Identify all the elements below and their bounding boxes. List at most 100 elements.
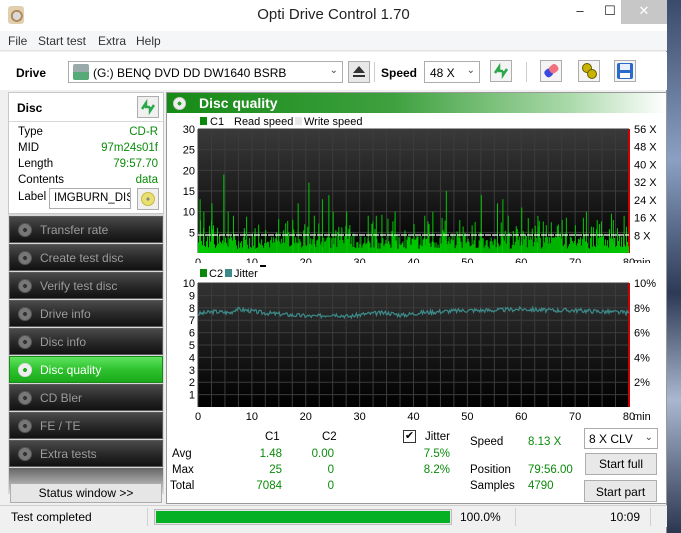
jitter-checkbox[interactable]: ✔ (403, 430, 416, 443)
y-tick-label: 7 (189, 315, 195, 327)
c1-bar (420, 235, 422, 253)
c1-bar (498, 246, 500, 253)
divider (9, 121, 163, 122)
c1-bar (444, 220, 446, 253)
nav-create-test-disc[interactable]: Create test disc (9, 244, 163, 271)
c1-bar (459, 219, 461, 253)
c1-bar (274, 242, 276, 253)
c1-bar (242, 247, 244, 253)
c1-bar (549, 243, 551, 253)
disc-refresh-button[interactable] (137, 96, 159, 118)
status-window-button[interactable]: Status window >> (10, 483, 162, 503)
speed-label: Speed (381, 66, 418, 80)
y2-tick-label: 2% (634, 377, 650, 389)
c1-bar (250, 246, 252, 253)
c1-bar (468, 242, 470, 253)
field-value: 79:57.70 (113, 158, 158, 170)
c1-bar (361, 247, 363, 253)
c1-bar (305, 245, 307, 253)
nav-disc-info[interactable]: Disc info (9, 328, 163, 355)
c1-bar (372, 221, 374, 253)
c1-bar (334, 238, 336, 253)
disc-label-button[interactable] (137, 188, 159, 210)
speed-select[interactable]: 48 X ⌄ (424, 61, 480, 83)
c1-bar (302, 245, 304, 253)
c1-bar (385, 239, 387, 253)
menu-extra[interactable]: Extra (98, 34, 126, 48)
c1-bar (237, 248, 239, 253)
settings-button[interactable] (578, 60, 600, 82)
nav-label: Disc quality (40, 363, 102, 377)
nav-fe-te[interactable]: FE / TE (9, 412, 163, 439)
c1-bar (413, 224, 415, 253)
c1-bar (316, 240, 318, 253)
disc-icon (18, 363, 32, 377)
nav-disc-quality[interactable]: Disc quality (9, 356, 163, 383)
c1-bar (253, 245, 255, 253)
nav-cd-bler[interactable]: CD Bler (9, 384, 163, 411)
c1-bar (304, 224, 306, 253)
eject-icon (353, 66, 365, 77)
c1-bar (370, 247, 372, 253)
close-button[interactable]: ✕ (621, 0, 667, 24)
c1-bar (257, 247, 259, 253)
y-tick-label: 9 (189, 290, 195, 302)
c1-bar (483, 247, 485, 253)
max-jitter: 8.2% (423, 464, 450, 476)
c1-bar (411, 238, 413, 253)
legend-jitter-swatch (225, 269, 232, 277)
c1-bar (293, 229, 295, 253)
menu-file[interactable]: File (8, 34, 27, 48)
y-tick-label: 5 (189, 227, 195, 239)
y-tick-label: 1 (189, 390, 195, 402)
eject-button[interactable] (348, 61, 370, 83)
refresh-speed-button[interactable] (490, 60, 512, 82)
save-button[interactable] (614, 60, 636, 82)
y-tick-label: 10 (183, 207, 195, 219)
nav-transfer-rate[interactable]: Transfer rate (9, 216, 163, 243)
disc-label-input[interactable]: IMGBURN_DIS (49, 188, 131, 209)
c1-bar (618, 234, 620, 253)
nav-drive-info[interactable]: Drive info (9, 300, 163, 327)
progress-fill (156, 511, 450, 523)
x-axis-unit: min (633, 411, 651, 423)
menu-help[interactable]: Help (136, 34, 161, 48)
status-bar: Test completed 100.0% 10:09 (0, 505, 667, 527)
start-full-button[interactable]: Start full (585, 453, 657, 475)
c1-bar (531, 228, 533, 253)
menu-bar: File Start test Extra Help (0, 31, 667, 51)
c1-bar (410, 244, 412, 253)
menu-start-test[interactable]: Start test (38, 34, 86, 48)
c1-bar (312, 239, 314, 253)
cd-icon (141, 192, 155, 206)
speed-mode-select[interactable]: 8 X CLV ⌄ (584, 428, 658, 449)
c1-bar (383, 245, 385, 253)
drive-select[interactable]: (G:) BENQ DVD DD DW1640 BSRB ⌄ (68, 61, 343, 83)
status-text: Test completed (11, 510, 92, 524)
c1-bar (529, 236, 531, 253)
title-bar: Opti Drive Control 1.70 ‒ ☐ ✕ (0, 0, 667, 31)
c1-bar (572, 243, 574, 253)
c1-bar (355, 248, 357, 253)
c1-bar (235, 239, 237, 253)
nav-verify-test-disc[interactable]: Verify test disc (9, 272, 163, 299)
erase-button[interactable] (540, 60, 562, 82)
c1-bar (330, 247, 332, 253)
c1-bar (261, 239, 263, 253)
y2-tick-label: 24 X (634, 195, 657, 207)
divider (515, 508, 516, 526)
c1-bar (525, 235, 527, 253)
c1-bar (232, 240, 234, 253)
x-tick-label: 30 (354, 411, 366, 423)
c1-bar (589, 238, 591, 253)
x-tick-label: 0 (195, 257, 201, 263)
y-tick-label: 15 (183, 186, 195, 198)
c1-bar (331, 238, 333, 253)
nav-extra-tests[interactable]: Extra tests (9, 440, 163, 467)
c1-bar (497, 203, 499, 253)
c1-bar (238, 241, 240, 253)
start-part-button[interactable]: Start part (584, 480, 657, 502)
c1-bar (362, 244, 364, 253)
c1-bar (258, 224, 260, 253)
disc-icon (18, 447, 32, 461)
